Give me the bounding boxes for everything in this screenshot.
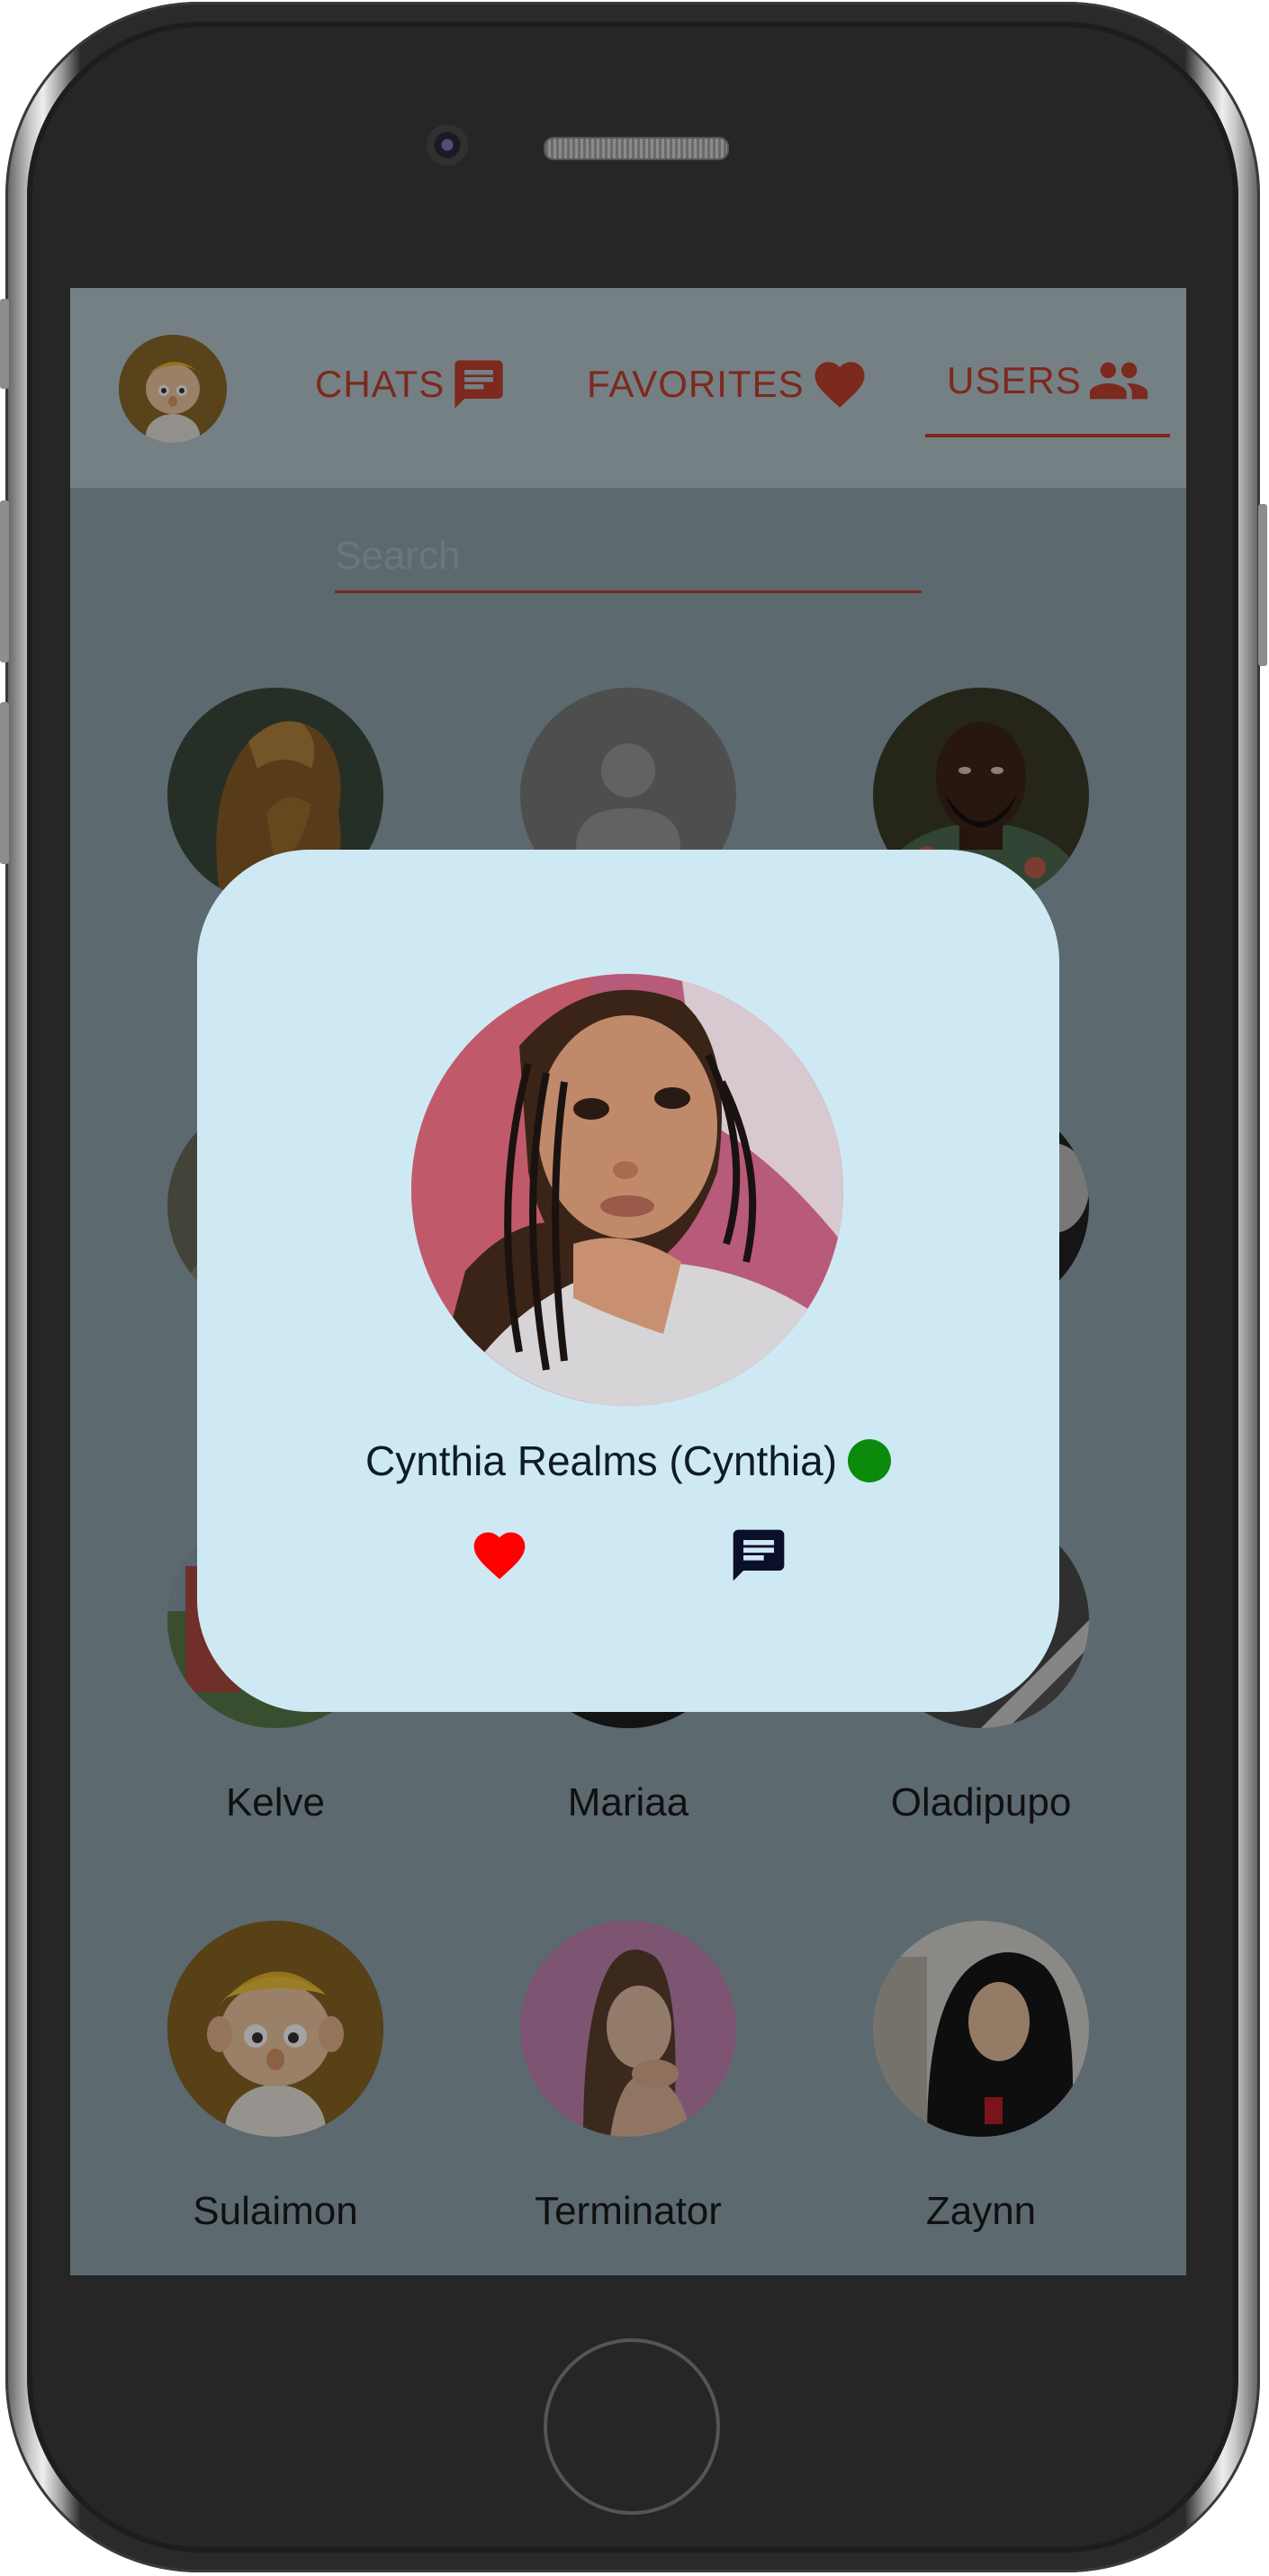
profile-name-row: Cynthia Realms (Cynthia) <box>197 1437 1059 1485</box>
favorite-button[interactable] <box>469 1525 530 1590</box>
volume-down-button <box>0 702 9 864</box>
app-screen: CHATS FAVORITES USERS Search Kelve Maria… <box>70 288 1186 2275</box>
mute-switch <box>0 299 9 389</box>
profile-photo <box>411 974 843 1406</box>
chat-icon <box>733 1529 785 1581</box>
profile-name: Cynthia Realms (Cynthia) <box>364 1437 838 1484</box>
heart-icon <box>473 1532 526 1580</box>
user-profile-modal: Cynthia Realms (Cynthia) <box>197 850 1059 1712</box>
home-button[interactable] <box>544 2338 720 2515</box>
online-status-dot <box>848 1439 892 1482</box>
power-button <box>1258 504 1267 666</box>
earpiece-speaker <box>544 137 729 160</box>
volume-up-button <box>0 500 9 662</box>
front-camera <box>427 124 468 166</box>
start-chat-button[interactable] <box>728 1525 789 1590</box>
